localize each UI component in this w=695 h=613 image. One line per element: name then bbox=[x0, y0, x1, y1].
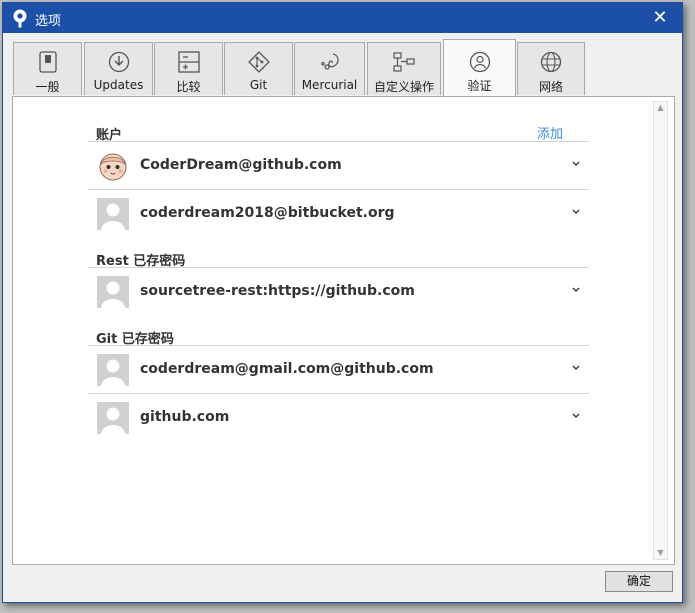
ok-button[interactable]: 确定 bbox=[605, 571, 673, 592]
window-title: 选项 bbox=[35, 14, 62, 29]
tab-label: Mercurial bbox=[301, 78, 358, 92]
chevron-down-icon[interactable] bbox=[571, 408, 581, 424]
user-circle-icon bbox=[469, 51, 490, 73]
tab-authentication[interactable]: 验证 bbox=[443, 39, 516, 96]
download-circle-icon bbox=[108, 51, 129, 73]
tab-label: 一般 bbox=[35, 80, 60, 94]
title-bar: 选项 ✕ bbox=[3, 3, 682, 33]
default-avatar bbox=[97, 402, 129, 434]
sourcetree-logo-icon bbox=[13, 9, 27, 28]
git-icon bbox=[247, 51, 270, 73]
chevron-down-icon[interactable] bbox=[571, 204, 581, 220]
switch-icon bbox=[38, 51, 57, 73]
tab-label: Git bbox=[249, 78, 268, 92]
tab-label: 验证 bbox=[467, 79, 492, 93]
account-row[interactable]: coderdream@gmail.com@github.com bbox=[88, 346, 589, 393]
scroll-up-icon[interactable]: ▲ bbox=[654, 102, 667, 114]
vertical-scrollbar[interactable]: ▲ ▼ bbox=[653, 101, 668, 560]
scroll-down-icon[interactable]: ▼ bbox=[654, 547, 667, 559]
account-name: coderdream2018@bitbucket.org bbox=[140, 205, 395, 221]
tab-custom-actions[interactable]: 自定义操作 bbox=[367, 42, 441, 95]
account-name: sourcetree-rest:https://github.com bbox=[140, 283, 415, 299]
account-name: github.com bbox=[140, 409, 230, 425]
account-row[interactable]: CoderDream@github.com bbox=[88, 142, 589, 189]
account-row[interactable]: github.com bbox=[88, 394, 589, 441]
tab-label: 自定义操作 bbox=[373, 80, 434, 94]
diff-icon bbox=[177, 51, 200, 73]
default-avatar bbox=[97, 354, 129, 386]
default-avatar bbox=[97, 198, 129, 230]
account-name: coderdream@gmail.com@github.com bbox=[140, 361, 434, 377]
custom-actions-icon bbox=[393, 52, 415, 72]
chevron-down-icon[interactable] bbox=[571, 282, 581, 298]
tab-label: 比较 bbox=[176, 80, 201, 94]
account-name: CoderDream@github.com bbox=[140, 157, 342, 173]
authentication-panel: ▲ ▼ 账户 添加 CoderDream@github.com coderdre… bbox=[12, 96, 675, 565]
tab-general[interactable]: 一般 bbox=[13, 42, 82, 95]
account-row[interactable]: coderdream2018@bitbucket.org bbox=[88, 190, 589, 237]
close-button[interactable]: ✕ bbox=[638, 3, 682, 33]
tab-label: 网络 bbox=[538, 80, 563, 94]
tab-mercurial[interactable]: Mercurial bbox=[294, 42, 365, 95]
close-icon: ✕ bbox=[652, 7, 668, 28]
add-account-link[interactable]: 添加 bbox=[537, 123, 563, 142]
account-row[interactable]: sourcetree-rest:https://github.com bbox=[88, 268, 589, 315]
globe-icon bbox=[540, 51, 562, 73]
options-dialog: 选项 ✕ 一般 Updates 比较 Git Mercurial 自定义操作 验… bbox=[2, 2, 683, 603]
tab-label: Updates bbox=[93, 78, 144, 92]
tab-git[interactable]: Git bbox=[224, 42, 293, 95]
mercurial-icon bbox=[320, 53, 339, 70]
tab-compare[interactable]: 比较 bbox=[154, 42, 223, 95]
tab-updates[interactable]: Updates bbox=[84, 42, 153, 95]
chevron-down-icon[interactable] bbox=[571, 156, 581, 172]
chevron-down-icon[interactable] bbox=[571, 360, 581, 376]
tab-network[interactable]: 网络 bbox=[517, 42, 585, 95]
cartoon-avatar bbox=[99, 153, 127, 181]
default-avatar bbox=[97, 276, 129, 308]
